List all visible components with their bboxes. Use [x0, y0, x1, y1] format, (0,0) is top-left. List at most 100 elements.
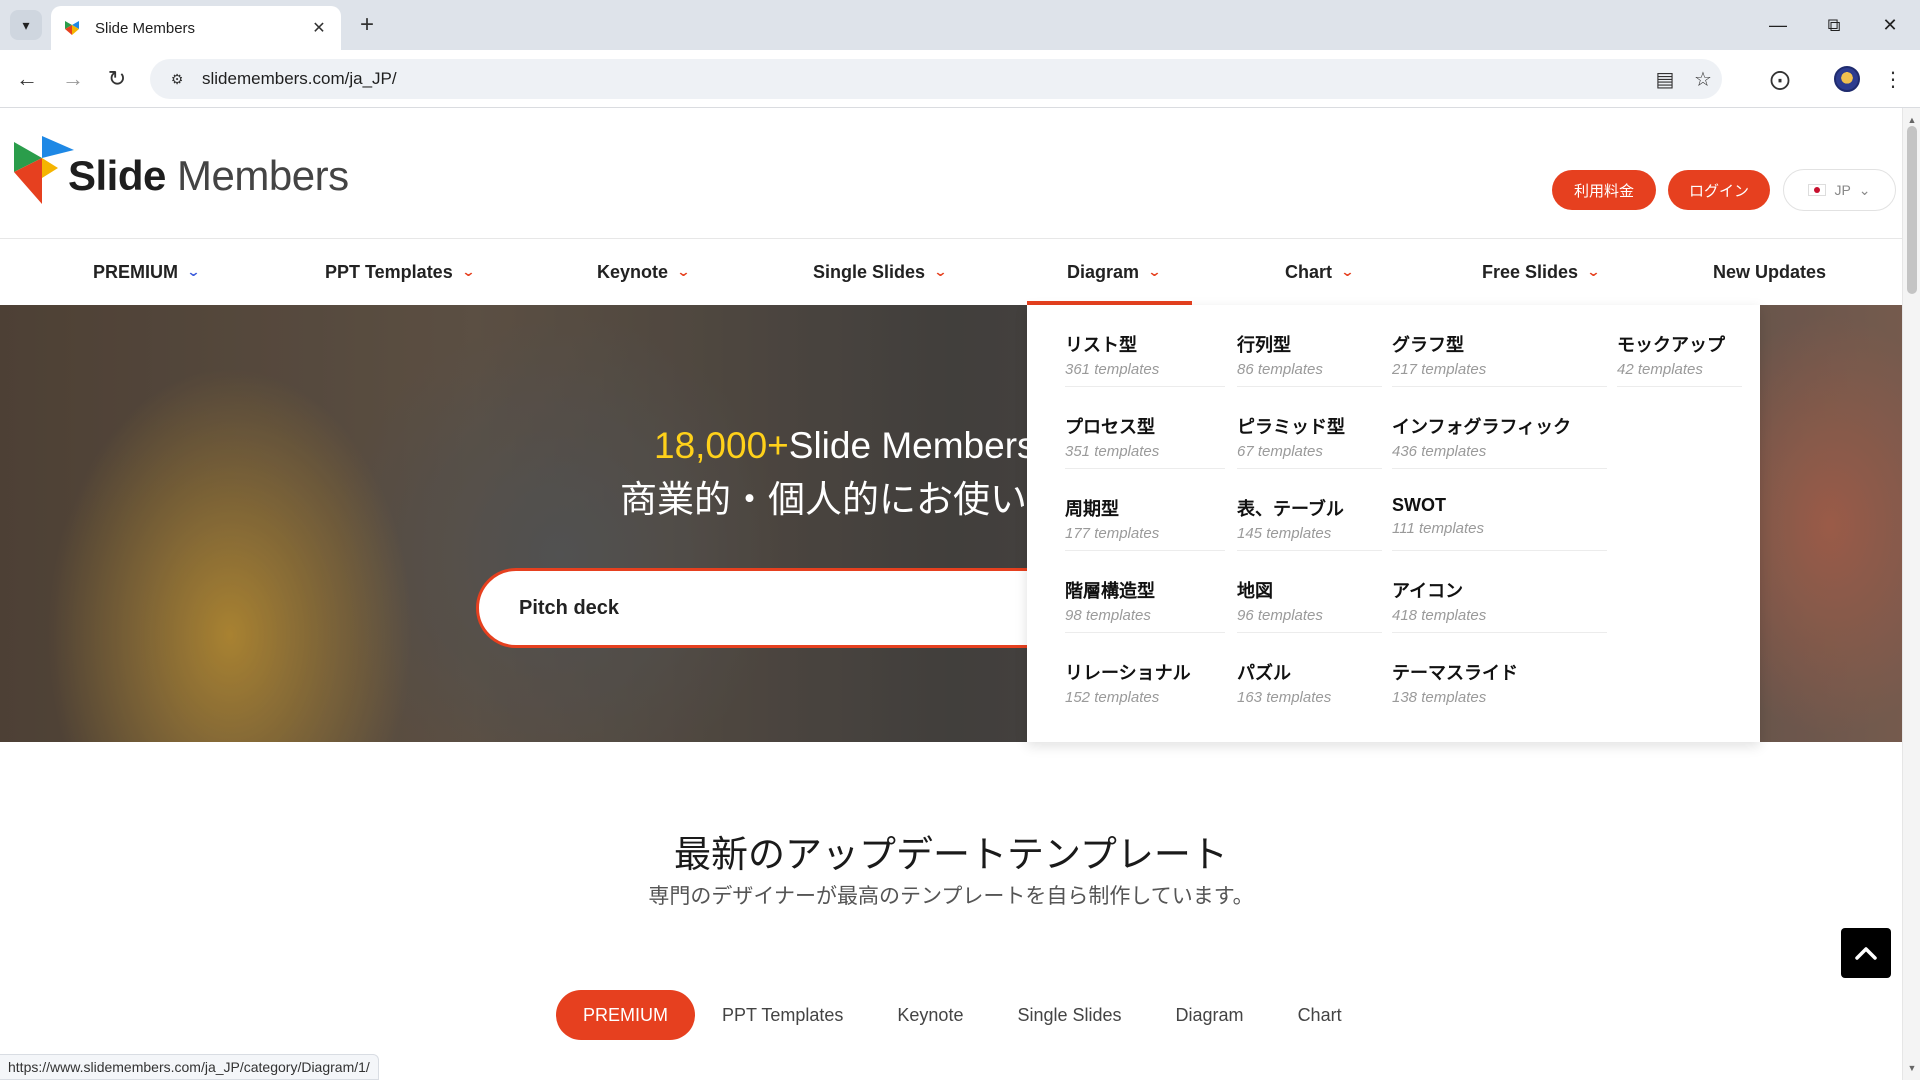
nav-chart[interactable]: Chart ⌄ [1285, 239, 1355, 305]
tab-ppt-templates[interactable]: PPT Templates [695, 990, 870, 1040]
site-header: Slide Members 利用料金 ログイン JP ⌄ [0, 108, 1902, 239]
dropdown-item-count: 351 templates [1065, 443, 1160, 460]
slidemembers-favicon-icon [65, 21, 79, 35]
dropdown-item[interactable]: リレーショナル 152 templates [1065, 633, 1225, 715]
nav-diagram[interactable]: Diagram ⌄ [1067, 239, 1162, 305]
minimize-icon[interactable]: — [1758, 8, 1798, 42]
dropdown-item[interactable]: 周期型 177 templates [1065, 469, 1225, 551]
back-to-top-button[interactable] [1841, 928, 1891, 978]
chevron-down-icon: ⌄ [933, 264, 948, 279]
dropdown-item-count: 436 templates [1392, 443, 1487, 460]
section-title: 最新のアップデートテンプレート [674, 834, 1228, 875]
bookmark-star-icon[interactable]: ☆ [1684, 62, 1722, 96]
hero-headline: 18,000+Slide Members [654, 425, 1036, 467]
login-button[interactable]: ログイン [1668, 170, 1770, 210]
page-scrollbar[interactable]: ▲ ▼ [1902, 108, 1920, 1080]
section-subtitle: 専門のデザイナーが最高のテンプレートを自ら制作しています。 [648, 885, 1254, 908]
dropdown-item[interactable]: グラフ型 217 templates [1392, 305, 1607, 387]
dropdown-item[interactable]: テーマスライド 138 templates [1392, 633, 1607, 715]
scrollbar-thumb[interactable] [1907, 126, 1917, 294]
dropdown-item[interactable]: 表、テーブル 145 templates [1237, 469, 1382, 551]
chevron-up-icon [1855, 947, 1877, 960]
chevron-down-icon: ⌄ [461, 264, 476, 279]
hero-headline-text: Slide Members [788, 425, 1036, 466]
dropdown-item-name: テーマスライド [1392, 663, 1518, 683]
nav-premium[interactable]: PREMIUM ⌄ [93, 239, 201, 305]
dropdown-item-name: モックアップ [1617, 335, 1725, 355]
dropdown-item[interactable]: ピラミッド型 67 templates [1237, 387, 1382, 469]
extensions-puzzle-icon[interactable]: ⨀ [1763, 62, 1797, 96]
browser-toolbar: ← → ↻ ⚙ slidemembers.com/ja_JP/ ▤ ☆ ⨀ ⋮ [0, 50, 1920, 108]
dropdown-item-count: 67 templates [1237, 443, 1323, 460]
scroll-down-arrow-icon[interactable]: ▼ [1903, 1060, 1920, 1076]
nav-ppt-templates[interactable]: PPT Templates ⌄ [325, 239, 476, 305]
dropdown-item[interactable]: リスト型 361 templates [1065, 305, 1225, 387]
restore-window-icon[interactable]: ⧉ [1814, 8, 1854, 42]
address-url[interactable]: slidemembers.com/ja_JP/ [202, 69, 1646, 89]
browser-menu-kebab-icon[interactable]: ⋮ [1876, 62, 1910, 96]
dropdown-item-count: 145 templates [1237, 525, 1332, 542]
dropdown-item-name: 表、テーブル [1237, 499, 1344, 519]
tab-diagram[interactable]: Diagram [1149, 990, 1271, 1040]
dropdown-item-count: 42 templates [1617, 361, 1703, 378]
dropdown-item-name: 周期型 [1065, 499, 1119, 519]
dropdown-item-name: アイコン [1392, 581, 1464, 601]
nav-label: Keynote [597, 261, 669, 282]
dropdown-item-count: 138 templates [1392, 689, 1487, 706]
reload-icon[interactable]: ↻ [100, 62, 134, 96]
nav-free-slides[interactable]: Free Slides ⌄ [1482, 239, 1601, 305]
site-info-icon[interactable]: ⚙ [164, 66, 190, 92]
nav-label: Diagram [1067, 261, 1140, 282]
profile-avatar[interactable] [1834, 66, 1860, 92]
site-logo[interactable]: Slide Members [12, 132, 349, 206]
dropdown-item-count: 98 templates [1065, 607, 1151, 624]
close-window-icon[interactable]: ✕ [1870, 8, 1910, 42]
nav-keynote[interactable]: Keynote ⌄ [597, 239, 691, 305]
dropdown-item[interactable]: 階層構造型 98 templates [1065, 551, 1225, 633]
dropdown-item-count: 96 templates [1237, 607, 1323, 624]
dropdown-item-name: SWOT [1392, 495, 1446, 515]
tab-title: Slide Members [95, 19, 196, 37]
nav-new-updates[interactable]: New Updates [1713, 239, 1826, 305]
tab-chart[interactable]: Chart [1271, 990, 1369, 1040]
nav-label: Single Slides [813, 261, 926, 282]
dropdown-item-name: プロセス型 [1065, 417, 1155, 437]
tab-search-chevron-icon[interactable]: ▾ [10, 10, 42, 40]
dropdown-item[interactable]: SWOT 111 templates [1392, 469, 1607, 551]
dropdown-item[interactable]: プロセス型 351 templates [1065, 387, 1225, 469]
browser-tab-strip: ▾ Slide Members ✕ + — ⧉ ✕ [0, 0, 1920, 50]
tab-close-icon[interactable]: ✕ [309, 18, 329, 38]
tab-keynote[interactable]: Keynote [870, 990, 990, 1040]
hero-subheadline: 商業的・個人的にお使い [620, 479, 1027, 520]
logo-wordmark: Slide Members [68, 152, 349, 199]
dropdown-item[interactable]: 行列型 86 templates [1237, 305, 1382, 387]
dropdown-item-count: 152 templates [1065, 689, 1160, 706]
install-app-icon[interactable]: ▤ [1646, 62, 1684, 96]
dropdown-item[interactable]: 地図 96 templates [1237, 551, 1382, 633]
dropdown-item[interactable]: アイコン 418 templates [1392, 551, 1607, 633]
link-status-bar: https://www.slidemembers.com/ja_JP/categ… [0, 1054, 379, 1080]
browser-tab-active[interactable]: Slide Members ✕ [51, 6, 341, 50]
tab-single-slides[interactable]: Single Slides [990, 990, 1148, 1040]
search-input[interactable]: Pitch deck [476, 568, 1076, 648]
dropdown-item-count: 163 templates [1237, 689, 1332, 706]
back-arrow-icon[interactable]: ← [10, 62, 44, 96]
tab-premium[interactable]: PREMIUM [556, 990, 695, 1040]
language-selector[interactable]: JP ⌄ [1783, 169, 1896, 211]
dropdown-item-name: パズル [1237, 663, 1291, 683]
dropdown-item-count: 111 templates [1392, 520, 1484, 537]
pricing-button[interactable]: 利用料金 [1552, 170, 1656, 210]
dropdown-item-name: インフォグラフィック [1392, 417, 1572, 437]
dropdown-item-name: 階層構造型 [1065, 581, 1155, 601]
new-tab-button[interactable]: + [352, 10, 382, 40]
dropdown-item[interactable]: モックアップ 42 templates [1617, 305, 1742, 387]
dropdown-item[interactable]: インフォグラフィック 436 templates [1392, 387, 1607, 469]
nav-single-slides[interactable]: Single Slides ⌄ [813, 239, 948, 305]
forward-arrow-icon[interactable]: → [56, 62, 90, 96]
address-bar[interactable]: ⚙ slidemembers.com/ja_JP/ ▤ ☆ [150, 59, 1722, 99]
dropdown-item[interactable]: パズル 163 templates [1237, 633, 1382, 715]
nav-label: Free Slides [1482, 261, 1579, 282]
chevron-down-icon: ⌄ [1340, 264, 1355, 279]
main-navigation: PREMIUM ⌄ PPT Templates ⌄ Keynote ⌄ Single … [0, 239, 1902, 305]
nav-label: Chart [1285, 261, 1333, 282]
